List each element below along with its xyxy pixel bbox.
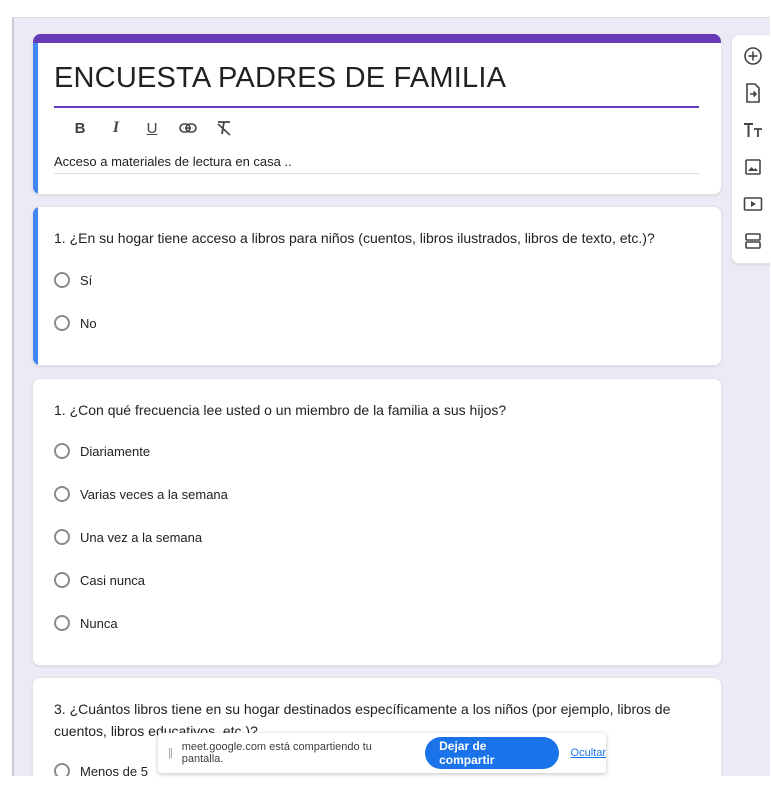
add-image-icon[interactable] (742, 156, 764, 178)
radio-button[interactable] (54, 315, 70, 331)
question-text: 1. ¿Con qué frecuencia lee usted o un mi… (54, 402, 507, 418)
drag-handle-icon[interactable]: || (168, 747, 173, 759)
question-text: 1. ¿En su hogar tiene acceso a libros pa… (54, 230, 655, 246)
question-card-2[interactable]: 1. ¿Con qué frecuencia lee usted o un mi… (32, 378, 722, 666)
option-varias-veces[interactable]: Varias veces a la semana (54, 484, 228, 504)
radio-button[interactable] (54, 486, 70, 502)
form-title[interactable]: ENCUESTA PADRES DE FAMILIA (54, 62, 506, 95)
clear-format-icon[interactable] (206, 117, 242, 139)
bold-icon[interactable]: B (62, 117, 98, 139)
add-title-icon[interactable] (742, 119, 764, 141)
import-questions-icon[interactable] (742, 82, 764, 104)
option-menos-de-5[interactable]: Menos de 5 (54, 761, 148, 776)
option-label: Varias veces a la semana (80, 486, 228, 502)
add-section-icon[interactable] (742, 230, 764, 252)
italic-icon[interactable]: I (98, 117, 134, 139)
option-casi-nunca[interactable]: Casi nunca (54, 570, 145, 590)
question-card-1[interactable]: 1. ¿En su hogar tiene acceso a libros pa… (32, 206, 722, 366)
option-una-vez[interactable]: Una vez a la semana (54, 527, 202, 547)
radio-button[interactable] (54, 272, 70, 288)
screen-share-bar: || meet.google.com está compartiendo tu … (158, 733, 606, 773)
underline-icon[interactable]: U (134, 117, 170, 139)
option-label: Nunca (80, 615, 118, 631)
hide-link[interactable]: Ocultar (571, 747, 606, 759)
option-label: Sí (80, 272, 93, 288)
form-description[interactable]: Acceso a materiales de lectura en casa .… (54, 154, 292, 169)
radio-button[interactable] (54, 763, 70, 776)
add-question-icon[interactable] (742, 45, 764, 67)
radio-button[interactable] (54, 572, 70, 588)
radio-button[interactable] (54, 615, 70, 631)
option-label: No (80, 315, 97, 331)
radio-button[interactable] (54, 443, 70, 459)
description-underline (54, 173, 699, 174)
form-title-card[interactable]: ENCUESTA PADRES DE FAMILIA B I U Acceso … (32, 34, 722, 195)
active-card-indicator (33, 43, 38, 194)
form-editor: ENCUESTA PADRES DE FAMILIA B I U Acceso … (12, 17, 770, 776)
radio-button[interactable] (54, 529, 70, 545)
option-label: Casi nunca (80, 572, 146, 588)
share-message: meet.google.com está compartiendo tu pan… (181, 741, 372, 765)
add-video-icon[interactable] (742, 193, 764, 215)
option-label: Una vez a la semana (80, 529, 203, 545)
title-input-underline (54, 106, 699, 108)
option-nunca[interactable]: Nunca (54, 613, 118, 633)
option-no[interactable]: No (54, 313, 97, 333)
stop-sharing-button[interactable]: Dejar de compartir (425, 737, 559, 769)
formatting-toolbar: B I U (62, 117, 242, 139)
option-si[interactable]: Sí (54, 270, 92, 290)
option-label: Menos de 5 (80, 763, 148, 777)
link-icon[interactable] (170, 117, 206, 139)
floating-toolbar (731, 34, 770, 264)
active-card-indicator (33, 207, 38, 365)
option-diariamente[interactable]: Diariamente (54, 441, 150, 461)
option-label: Diariamente (80, 443, 151, 459)
theme-color-bar (33, 34, 721, 43)
